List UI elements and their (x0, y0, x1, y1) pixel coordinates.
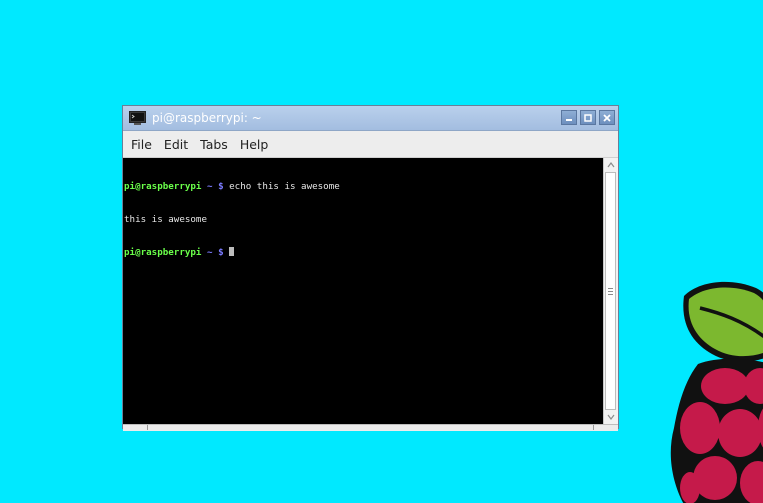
window-title: pi@raspberrypi: ~ (152, 111, 262, 125)
terminal-line: pi@raspberrypi ~ $ (124, 247, 602, 258)
title-bar[interactable]: pi@raspberrypi: ~ (123, 106, 618, 131)
text-cursor (229, 247, 235, 256)
prompt-path: ~ (201, 247, 219, 258)
vertical-scrollbar[interactable] (603, 158, 618, 424)
minimize-icon (566, 118, 572, 121)
terminal-icon (129, 110, 146, 125)
grip-icon (608, 287, 613, 295)
prompt-user: pi@raspberrypi (124, 247, 202, 258)
minimize-button[interactable] (561, 110, 577, 125)
menu-bar: File Edit Tabs Help (123, 131, 618, 158)
window-controls (561, 110, 615, 125)
edge-marker (593, 425, 594, 430)
terminal-window[interactable]: pi@raspberrypi: ~ File Edit Tabs Help pi… (122, 105, 619, 431)
prompt-symbol: $ (218, 181, 230, 192)
prompt-path: ~ (201, 181, 219, 192)
prompt-user: pi@raspberrypi (124, 181, 202, 192)
prompt-symbol: $ (218, 247, 230, 258)
menu-help[interactable]: Help (234, 134, 275, 155)
terminal-area: pi@raspberrypi ~ $ echo this is awesome … (123, 158, 618, 424)
chevron-down-icon (607, 414, 615, 420)
scroll-thumb[interactable] (605, 172, 616, 410)
chevron-up-icon (607, 162, 615, 168)
terminal-output[interactable]: pi@raspberrypi ~ $ echo this is awesome … (123, 158, 603, 424)
menu-tabs[interactable]: Tabs (194, 134, 234, 155)
scroll-down-button[interactable] (604, 410, 618, 424)
command-output: this is awesome (124, 214, 207, 225)
terminal-line: this is awesome (124, 214, 602, 225)
menu-edit[interactable]: Edit (158, 134, 194, 155)
terminal-line: pi@raspberrypi ~ $ echo this is awesome (124, 181, 602, 192)
close-button[interactable] (599, 110, 615, 125)
close-icon (603, 113, 611, 122)
desktop: pi@raspberrypi: ~ File Edit Tabs Help pi… (0, 0, 763, 503)
command-text: echo this is awesome (229, 181, 340, 192)
maximize-icon (584, 113, 592, 122)
maximize-button[interactable] (580, 110, 596, 125)
raspberry-pi-logo (670, 281, 763, 503)
scroll-up-button[interactable] (604, 158, 618, 172)
edge-marker (147, 425, 148, 430)
menu-file[interactable]: File (125, 134, 158, 155)
bottom-edge (123, 424, 618, 431)
